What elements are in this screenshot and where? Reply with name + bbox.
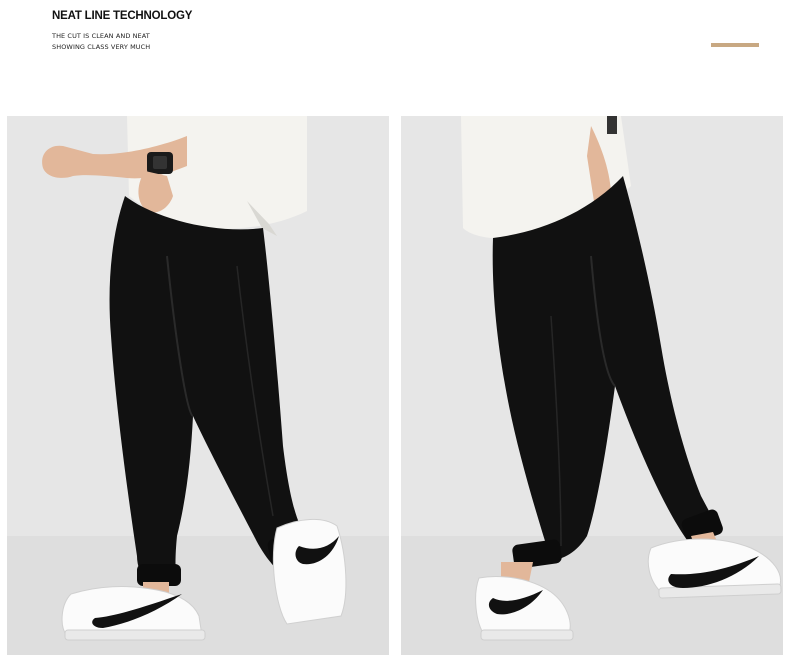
product-photo-left-illustration bbox=[7, 116, 389, 655]
section-header: NEAT LINE TECHNOLOGY THE CUT IS CLEAN AN… bbox=[0, 0, 790, 110]
section-title: NEAT LINE TECHNOLOGY bbox=[52, 10, 193, 22]
accent-bar bbox=[711, 43, 759, 47]
product-photo-left bbox=[7, 116, 389, 655]
product-photo-right bbox=[401, 116, 783, 655]
section-subtitle-line-2: SHOWING CLASS VERY MUCH bbox=[52, 43, 151, 51]
section-subtitle-line-1: THE CUT IS CLEAN AND NEAT bbox=[52, 32, 150, 40]
product-photo-right-illustration bbox=[401, 116, 783, 655]
